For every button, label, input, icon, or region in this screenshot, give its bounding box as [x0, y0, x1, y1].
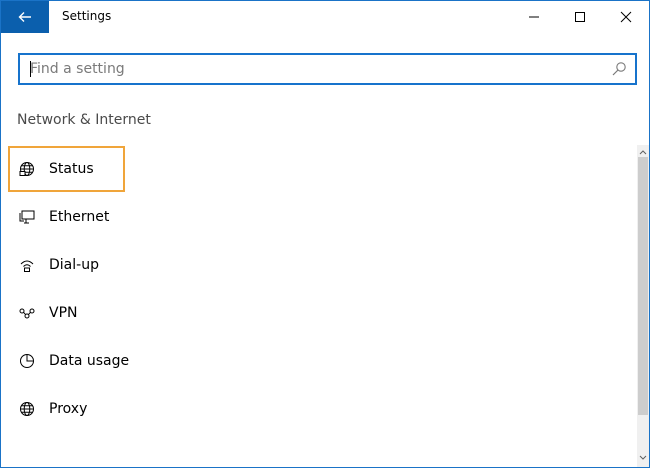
globe-icon [17, 159, 37, 179]
vertical-scrollbar[interactable] [637, 145, 649, 467]
nav-item-proxy[interactable]: Proxy [9, 389, 609, 429]
dialup-icon [17, 255, 37, 275]
close-icon [620, 11, 632, 23]
nav-item-label: Ethernet [49, 209, 110, 225]
scroll-thumb[interactable] [638, 157, 648, 415]
nav-item-dial-up[interactable]: Dial-up [9, 245, 609, 285]
ethernet-icon [17, 207, 37, 227]
nav-item-data-usage[interactable]: Data usage [9, 341, 609, 381]
nav-item-vpn[interactable]: VPN [9, 293, 609, 333]
globe-icon [17, 399, 37, 419]
nav-item-ethernet[interactable]: Ethernet [9, 197, 609, 237]
settings-window: Settings Network & Internet [0, 0, 650, 468]
text-caret [30, 61, 31, 77]
minimize-icon [529, 16, 539, 18]
back-button[interactable] [1, 1, 49, 33]
scroll-down-button[interactable] [637, 451, 649, 465]
window-title: Settings [62, 9, 112, 23]
back-arrow-icon [18, 12, 31, 22]
maximize-button[interactable] [557, 1, 603, 33]
nav-item-status[interactable]: Status [9, 149, 609, 189]
search-input[interactable] [20, 55, 600, 83]
nav-item-label: Proxy [49, 401, 88, 417]
chevron-down-icon [639, 455, 647, 460]
nav-item-label: VPN [49, 305, 78, 321]
nav-item-label: Dial-up [49, 257, 99, 273]
nav-item-label: Status [49, 161, 94, 177]
vpn-icon [17, 303, 37, 323]
section-title: Network & Internet [17, 112, 151, 128]
minimize-button[interactable] [511, 1, 557, 33]
search-icon[interactable] [611, 61, 627, 77]
search-box [18, 53, 637, 85]
close-button[interactable] [603, 1, 649, 33]
maximize-icon [575, 12, 585, 22]
nav-item-label: Data usage [49, 353, 130, 369]
title-bar: Settings [1, 1, 649, 33]
data-usage-icon [17, 351, 37, 371]
chevron-up-icon [639, 150, 647, 155]
